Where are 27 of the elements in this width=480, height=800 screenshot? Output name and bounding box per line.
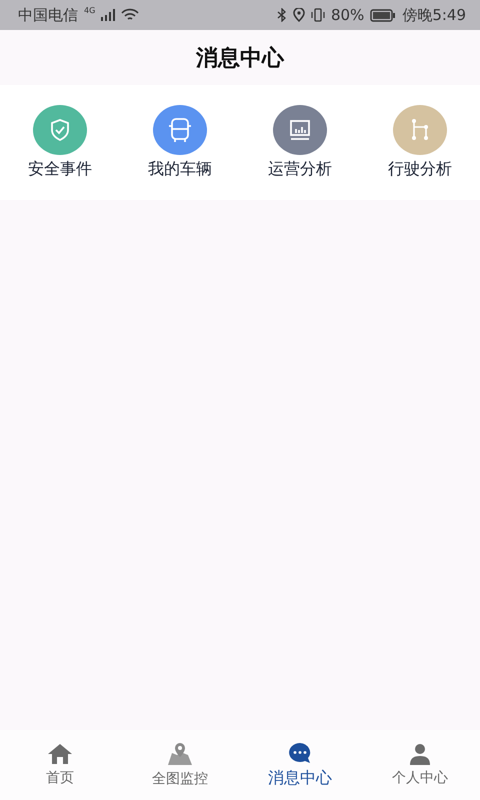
battery-percent: 80% xyxy=(330,6,364,24)
signal-icon xyxy=(101,9,116,21)
map-pin-icon xyxy=(167,742,193,766)
chart-icon xyxy=(288,118,312,142)
shortcut-button[interactable]: 运营分析 xyxy=(240,105,360,180)
wifi-icon xyxy=(121,8,140,22)
route-icon xyxy=(409,118,431,142)
page-title: 消息中心 xyxy=(196,44,284,72)
clock: 傍晚5:49 xyxy=(402,6,466,24)
home-icon xyxy=(47,743,73,765)
chat-icon xyxy=(288,742,312,764)
battery-icon xyxy=(370,8,396,22)
shield-icon xyxy=(49,118,71,142)
nav-tab[interactable]: 个人中心 xyxy=(360,730,480,800)
bus-icon xyxy=(167,116,193,144)
vibrate-icon xyxy=(310,8,325,22)
location-icon xyxy=(292,8,305,22)
shortcut-button[interactable]: 安全事件 xyxy=(0,105,120,180)
person-icon xyxy=(408,743,432,765)
nav-tab[interactable]: 全图监控 xyxy=(120,730,240,800)
nav-tab[interactable]: 首页 xyxy=(0,730,120,800)
nav-tab[interactable]: 消息中心 xyxy=(240,730,360,800)
network-type: 4G xyxy=(84,6,96,15)
shortcut-button[interactable]: 我的车辆 xyxy=(120,105,240,180)
carrier-name: 中国电信 xyxy=(18,6,78,24)
shortcut-button[interactable]: 行驶分析 xyxy=(360,105,480,180)
bluetooth-icon xyxy=(276,8,287,22)
